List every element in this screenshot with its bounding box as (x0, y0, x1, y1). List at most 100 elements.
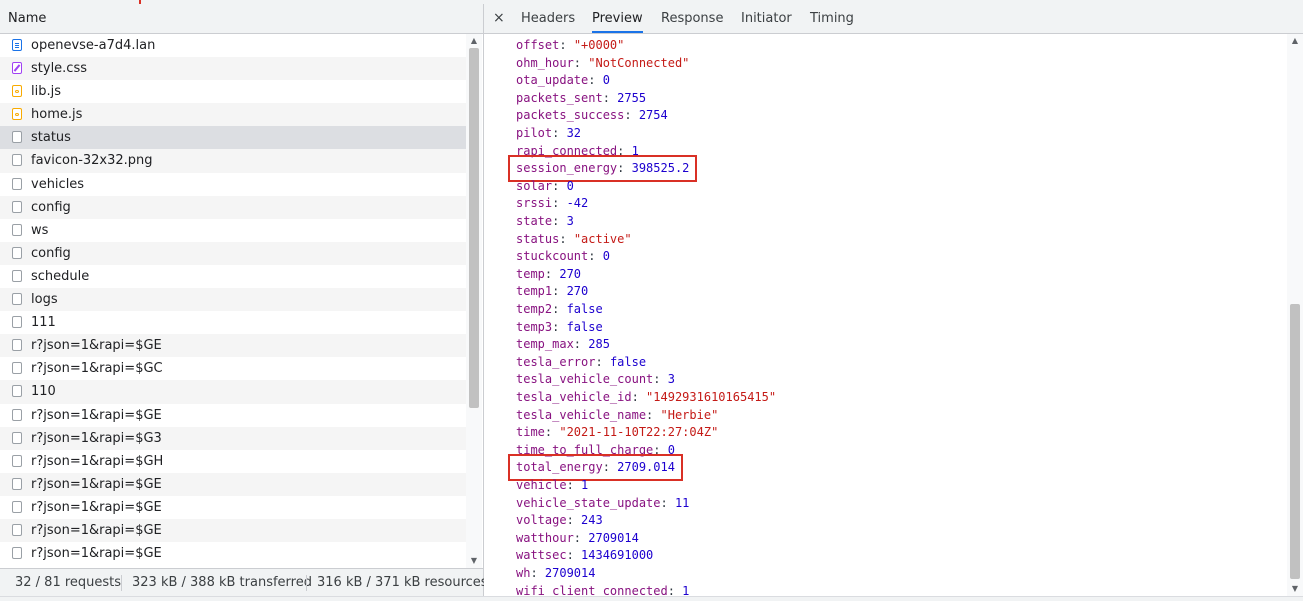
json-key: wattsec (516, 548, 567, 563)
json-property: offset: "+0000" (516, 36, 624, 54)
json-colon: : (602, 90, 618, 105)
request-row[interactable]: config (0, 241, 466, 265)
json-key: packets_sent (516, 90, 603, 105)
request-row[interactable]: r?json=1&rapi=$GH (0, 450, 466, 473)
request-row[interactable]: favicon-32x32.png (0, 149, 466, 173)
json-property: temp2: false (516, 300, 603, 318)
name-column-header[interactable]: Name (0, 4, 483, 34)
file-icon (12, 431, 22, 444)
request-detail-panel: × Headers Preview Response Initiator Tim… (484, 4, 1303, 596)
json-colon: : (660, 495, 675, 510)
json-key: srssi (516, 196, 553, 211)
request-row[interactable]: r?json=1&rapi=$GC (0, 357, 466, 380)
file-icon (12, 200, 22, 213)
request-name: r?json=1&rapi=$GC (31, 361, 163, 377)
json-value: false (566, 319, 603, 334)
json-value: 2754 (638, 108, 668, 123)
tab-initiator[interactable]: Initiator (741, 4, 792, 33)
request-row[interactable]: r?json=1&rapi=$G3 (0, 426, 466, 450)
json-property: tesla_error: false (516, 353, 646, 371)
request-row[interactable]: ws (0, 219, 466, 242)
request-row[interactable]: r?json=1&rapi=$GE (0, 404, 466, 427)
script-icon (12, 108, 22, 121)
json-property: vehicle_state_update: 11 (516, 494, 689, 512)
request-row[interactable]: schedule (0, 265, 466, 288)
json-colon: : (573, 530, 589, 545)
json-property: wattsec: 1434691000 (516, 546, 653, 564)
request-row[interactable]: vehicles (0, 173, 466, 196)
scroll-down-arrow-icon[interactable]: ▼ (1287, 582, 1303, 596)
json-colon: : (631, 390, 647, 404)
summary-divider (121, 575, 122, 591)
file-icon (12, 154, 22, 167)
close-detail-icon[interactable]: × (493, 4, 505, 33)
json-colon: : (552, 126, 567, 140)
scroll-up-arrow-icon[interactable]: ▲ (1287, 34, 1303, 48)
request-row[interactable]: r?json=1&rapi=$GE (0, 334, 466, 358)
request-row[interactable]: r?json=1&rapi=$GE (0, 542, 466, 565)
json-property: srssi: -42 (516, 194, 588, 212)
json-key: watthour (516, 530, 574, 545)
json-value: 285 (588, 337, 610, 352)
tab-timing[interactable]: Timing (810, 4, 854, 33)
json-key: wifi_client_connected (516, 583, 668, 596)
resources-size: 316 kB / 371 kB resources (317, 575, 488, 590)
file-icon (12, 131, 22, 144)
request-list: openevse-a7d4.lan style.css lib.js home.js s… (0, 34, 466, 568)
request-row[interactable]: config (0, 195, 466, 219)
json-value: "1492931610165415" (646, 390, 777, 404)
json-key: status (516, 231, 560, 246)
json-value: 3 (566, 214, 574, 228)
request-name: r?json=1&rapi=$GE (31, 546, 162, 562)
request-list-panel: Name openevse-a7d4.lan style.css lib.js hom… (0, 4, 488, 596)
json-key: state (516, 214, 553, 228)
file-icon (12, 547, 22, 560)
json-key: tesla_vehicle_count (516, 372, 654, 387)
json-property: time: "2021-11-10T22:27:04Z" (516, 423, 718, 441)
json-property: status: "active" (516, 230, 632, 248)
json-key: temp2 (516, 302, 553, 316)
scrollbar-thumb[interactable] (1290, 304, 1300, 579)
request-name: r?json=1&rapi=$GE (31, 476, 162, 492)
request-row[interactable]: status (0, 126, 466, 150)
file-icon (12, 362, 22, 375)
request-list-scrollbar[interactable]: ▲ ▼ (466, 34, 482, 568)
json-colon: : (552, 214, 567, 228)
json-colon: : (566, 513, 582, 528)
document-icon (12, 39, 22, 51)
json-value: "2021-11-10T22:27:04Z" (559, 425, 719, 440)
request-name: r?json=1&rapi=$GH (31, 453, 164, 469)
tab-response[interactable]: Response (661, 4, 723, 33)
scroll-down-arrow-icon[interactable]: ▼ (466, 554, 482, 568)
file-icon (12, 293, 22, 306)
request-row[interactable]: 110 (0, 380, 466, 404)
request-row[interactable]: r?json=1&rapi=$GE (0, 518, 466, 543)
request-row[interactable]: 111 (0, 311, 466, 334)
requests-count: 32 / 81 requests (15, 575, 122, 590)
request-row[interactable]: home.js (0, 103, 466, 127)
scrollbar-thumb[interactable] (469, 48, 479, 408)
json-key: solar (516, 178, 553, 193)
stylesheet-icon (12, 62, 22, 75)
json-colon: : (552, 319, 567, 334)
json-colon: : (552, 284, 567, 299)
request-row[interactable]: r?json=1&rapi=$GE (0, 496, 466, 519)
request-row[interactable]: r?json=1&rapi=$GE (0, 472, 466, 496)
json-property: solar: 0 (516, 177, 574, 195)
request-name: ws (31, 222, 49, 238)
request-row[interactable]: openevse-a7d4.lan (0, 34, 466, 57)
json-key: temp1 (516, 284, 553, 299)
json-value: 11 (674, 495, 690, 510)
scroll-up-arrow-icon[interactable]: ▲ (466, 34, 482, 48)
tab-preview[interactable]: Preview (592, 4, 643, 33)
file-icon (12, 246, 22, 259)
tab-headers[interactable]: Headers (521, 4, 575, 33)
request-row[interactable]: logs (0, 288, 466, 312)
request-name: vehicles (31, 176, 85, 192)
json-property: voltage: 243 (516, 511, 603, 529)
json-colon: : (624, 108, 639, 123)
preview-scrollbar[interactable]: ▲ ▼ (1287, 34, 1303, 596)
request-row[interactable]: lib.js (0, 80, 466, 103)
request-row[interactable]: style.css (0, 57, 466, 81)
json-value: 32 (566, 126, 582, 140)
